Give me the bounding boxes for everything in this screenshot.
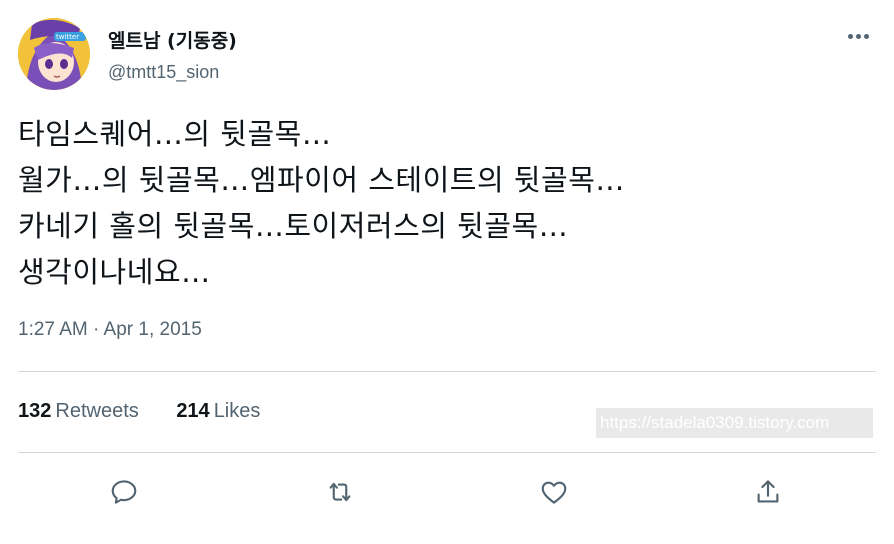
tweet-line: 카네기 홀의 뒷골목…토이저러스의 뒷골목… (18, 209, 569, 243)
more-options-button[interactable] (842, 26, 874, 46)
likes-count: 214 (176, 400, 210, 422)
user-handle[interactable]: @tmtt15_sion (108, 62, 219, 83)
retweets-label: Retweets (55, 400, 139, 422)
likes-label: Likes (213, 400, 261, 422)
more-dots-icon (847, 33, 853, 39)
action-bar (0, 470, 894, 514)
likes-stat[interactable]: 214 Likes (176, 400, 260, 423)
more-dots-icon (863, 33, 869, 39)
like-button[interactable] (532, 470, 576, 514)
tweet-text: 타임스퀘어…의 뒷골목… 월가…의 뒷골목…엠파이어 스테이트의 뒷골목… 카네… (18, 111, 878, 295)
retweets-count: 132 (18, 400, 52, 422)
share-button[interactable] (746, 470, 790, 514)
retweet-button[interactable] (318, 470, 362, 514)
tweet-line: 월가…의 뒷골목…엠파이어 스테이트의 뒷골목… (18, 163, 625, 197)
retweet-icon (329, 482, 351, 502)
avatar[interactable]: twitter (18, 18, 90, 90)
avatar-anime-character-icon: twitter (18, 18, 90, 90)
share-icon (757, 480, 779, 503)
reply-icon (111, 480, 137, 504)
avatar-badge-text: twitter (56, 33, 79, 41)
reply-button[interactable] (102, 470, 146, 514)
display-name[interactable]: 엘트남 (기동중) (108, 26, 237, 53)
divider (18, 452, 876, 453)
tweet-timestamp[interactable]: 1:27 AM · Apr 1, 2015 (18, 319, 202, 341)
tweet-stats: 132 Retweets 214 Likes (18, 400, 292, 423)
retweets-stat[interactable]: 132 Retweets (18, 400, 139, 423)
like-icon (541, 481, 567, 504)
divider (18, 371, 876, 372)
more-dots-icon (855, 33, 861, 39)
watermark: https://stadela0309.tistory.com (596, 408, 873, 438)
tweet-line: 생각이나네요… (18, 255, 211, 289)
tweet-line: 타임스퀘어…의 뒷골목… (18, 117, 332, 151)
tweet-header: twitter 엘트남 (기동중) @tmtt15_sion (18, 18, 878, 90)
